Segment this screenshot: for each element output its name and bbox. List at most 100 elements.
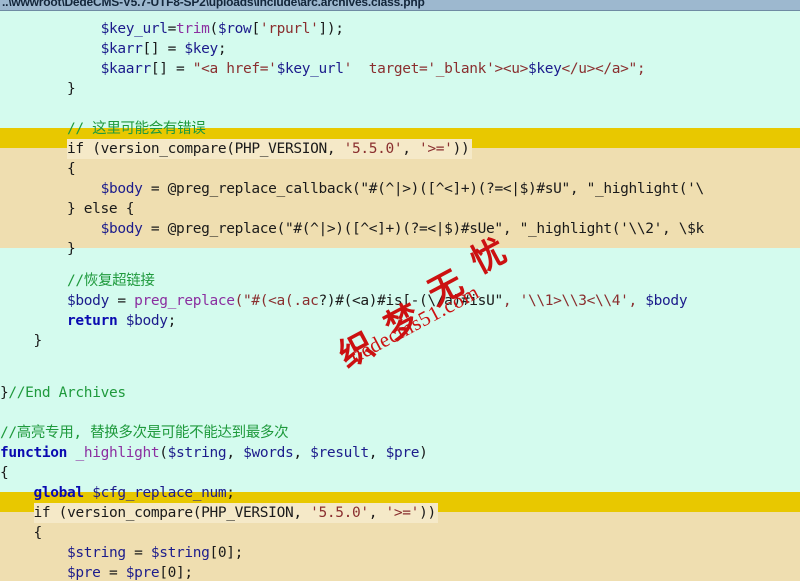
code-token: { <box>0 161 76 177</box>
code-token: $body <box>125 313 168 329</box>
code-line-text: //恢复超链接 <box>0 273 155 289</box>
window-titlebar[interactable]: ..\wwwroot\DedeCMS-V5.7-UTF8-SP2\uploads… <box>0 0 800 11</box>
code-token: ( <box>50 505 68 521</box>
code-token: (PHP_VERSION, <box>192 505 311 521</box>
code-token: ; <box>226 485 235 501</box>
code-token: '>=' <box>385 505 420 521</box>
code-token: $body <box>100 181 143 197</box>
code-token: $string <box>150 545 210 561</box>
editor-viewport[interactable]: $key_url=trim($row['rpurl']); $karr[] = … <box>0 11 800 581</box>
code-line[interactable]: $kaarr[] = "<a href='$key_url' target='_… <box>0 59 646 79</box>
code-token: $key_url <box>276 61 344 77</box>
code-token: , <box>293 445 311 461</box>
code-token: trim <box>176 21 210 37</box>
code-line-text: } else { <box>0 201 134 217</box>
code-token: { <box>0 525 43 541</box>
code-token: $pre <box>125 565 160 581</box>
code-token: , <box>368 445 386 461</box>
code-line[interactable]: { <box>0 523 43 543</box>
code-token: [] = <box>142 41 185 57</box>
code-token: ; <box>217 41 227 57</box>
code-line[interactable]: } <box>0 79 76 99</box>
code-token: [0]; <box>159 565 193 581</box>
code-line[interactable]: function _highlight($string, $words, $re… <box>0 443 428 463</box>
code-token: $result <box>310 445 369 461</box>
code-token: = @ <box>142 221 177 237</box>
code-line-text: } <box>0 81 76 97</box>
code-line-text: //高亮专用, 替换多次是可能不能达到最多次 <box>0 425 289 441</box>
code-token: (PHP_VERSION, <box>226 141 344 157</box>
code-token: $pre <box>67 565 101 581</box>
code-line[interactable]: //恢复超链接 <box>0 271 155 291</box>
code-line[interactable]: global $cfg_replace_num; <box>0 483 236 503</box>
code-token: [] = <box>150 61 193 77</box>
code-line[interactable]: $key_url=trim($row['rpurl']); <box>0 19 344 39</box>
code-line-text: $pre = $pre[0]; <box>0 565 193 581</box>
code-token: $kaarr <box>100 61 152 77</box>
code-line-text: $body = preg_replace("#(<a(.ac?)#(<a)#is… <box>0 293 688 309</box>
code-line[interactable]: $karr[] = $key; <box>0 39 227 59</box>
code-line[interactable]: $string = $string[0]; <box>0 543 243 563</box>
code-line[interactable]: if (version_compare(PHP_VERSION, '5.5.0'… <box>0 139 472 159</box>
code-line[interactable]: $body = @preg_replace("#(^|>)([^<]+)(?=<… <box>0 219 705 239</box>
code-token: return <box>67 313 118 329</box>
code-token: $pre <box>385 445 420 461</box>
code-text-layer[interactable]: $key_url=trim($row['rpurl']); $karr[] = … <box>0 11 800 581</box>
code-token: //End Archives <box>8 385 126 401</box>
code-token: $body <box>645 293 688 309</box>
code-token: ( <box>159 445 168 461</box>
code-line[interactable]: $body = preg_replace("#(<a(.ac?)#(<a)#is… <box>0 291 688 311</box>
code-token: ("#(<a(.ac <box>234 293 319 309</box>
code-token: = @ <box>142 181 177 197</box>
code-token: '5.5.0' <box>343 141 403 157</box>
code-line[interactable]: } <box>0 331 43 351</box>
code-line[interactable]: return $body; <box>0 311 176 331</box>
code-token: ) <box>419 445 428 461</box>
code-line[interactable]: { <box>0 159 76 179</box>
code-line[interactable]: } else { <box>0 199 134 219</box>
code-token: )) <box>452 141 470 157</box>
code-token: ("#(^|>)([^<]+)(?=<|$)#sU" <box>351 181 570 197</box>
code-line[interactable]: if (version_compare(PHP_VERSION, '5.5.0'… <box>0 503 438 523</box>
code-token: } else { <box>0 201 135 217</box>
code-token: = <box>100 565 126 581</box>
window-title: ..\wwwroot\DedeCMS-V5.7-UTF8-SP2\uploads… <box>2 0 425 9</box>
code-token: version_compare <box>67 505 193 521</box>
code-line-text: } <box>0 241 76 257</box>
code-token: $string <box>67 545 126 561</box>
code-token: '5.5.0' <box>310 505 369 521</box>
code-line[interactable]: $body = @preg_replace_callback("#(^|>)([… <box>0 179 705 199</box>
code-token: global <box>33 485 85 501</box>
code-line[interactable]: } <box>0 239 76 259</box>
code-line[interactable]: }//End Archives <box>0 383 126 403</box>
code-token: )) <box>419 505 436 521</box>
code-token: preg_replace <box>134 293 235 309</box>
code-line-text: if (version_compare(PHP_VERSION, '5.5.0'… <box>0 141 470 157</box>
code-token: $string <box>167 445 227 461</box>
code-token: ; <box>167 313 177 329</box>
code-line-text: { <box>0 161 76 177</box>
code-token: version_compare <box>100 141 227 157</box>
code-line-text: function _highlight($string, $words, $re… <box>0 445 428 461</box>
code-token: $row <box>217 21 252 37</box>
code-token: $key_url <box>100 21 168 37</box>
code-token: [ <box>251 21 260 37</box>
code-token: } <box>0 241 76 257</box>
code-line[interactable]: { <box>0 463 9 483</box>
code-line[interactable]: $pre = $pre[0]; <box>0 563 193 581</box>
code-token: , <box>226 445 244 461</box>
code-line[interactable]: // 这里可能会有错误 <box>0 119 206 139</box>
code-token: preg_replace <box>176 221 277 237</box>
code-token: ( <box>83 141 101 157</box>
code-token: = <box>125 545 151 561</box>
code-line[interactable]: //高亮专用, 替换多次是可能不能达到最多次 <box>0 423 289 443</box>
